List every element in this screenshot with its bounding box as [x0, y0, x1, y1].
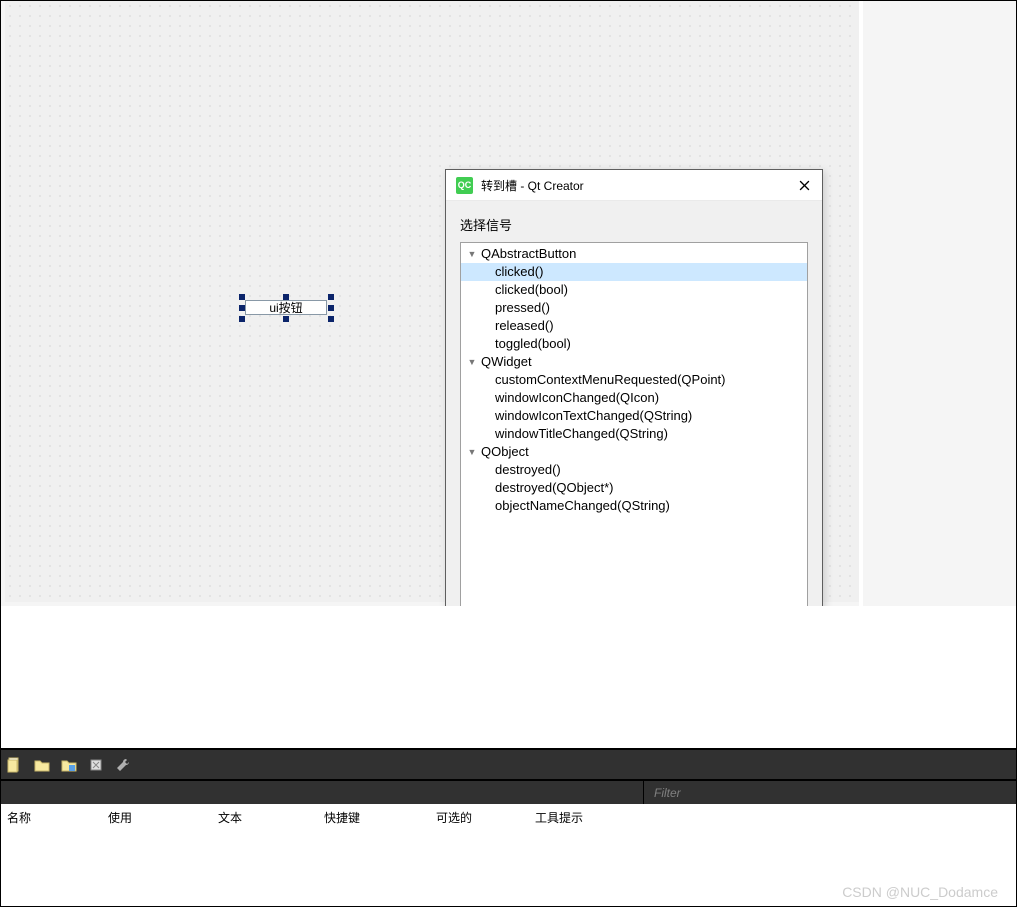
resize-handle-br[interactable] — [328, 316, 334, 322]
tree-group[interactable]: ▼QAbstractButton — [461, 245, 807, 263]
chevron-down-icon: ▼ — [465, 353, 479, 371]
ui-pushbutton-label: ui按钮 — [269, 299, 302, 316]
tree-item[interactable]: customContextMenuRequested(QPoint) — [461, 371, 807, 389]
tree-item[interactable]: clicked() — [461, 263, 807, 281]
tree-group-label: QWidget — [479, 353, 532, 371]
chevron-down-icon: ▼ — [465, 443, 479, 461]
tree-item-label: windowIconTextChanged(QString) — [465, 407, 692, 425]
tree-item[interactable]: windowTitleChanged(QString) — [461, 425, 807, 443]
tree-item-label: pressed() — [465, 299, 550, 317]
column-header[interactable]: 文本 — [212, 805, 318, 826]
resize-handle-tr[interactable] — [328, 294, 334, 300]
tree-item-label: destroyed() — [465, 461, 561, 479]
resize-handle-tc[interactable] — [283, 294, 289, 300]
resize-handle-bl[interactable] — [239, 316, 245, 322]
column-header[interactable]: 快捷键 — [318, 805, 430, 826]
filter-left — [1, 781, 644, 804]
tree-item-label: windowTitleChanged(QString) — [465, 425, 668, 443]
dialog-title: 转到槽 - Qt Creator — [481, 177, 788, 194]
watermark-text: CSDN @NUC_Dodamce — [842, 884, 998, 900]
tree-group-label: QObject — [479, 443, 529, 461]
tree-group[interactable]: ▼QWidget — [461, 353, 807, 371]
new-file-icon[interactable] — [7, 757, 23, 773]
tree-item-label: toggled(bool) — [465, 335, 571, 353]
column-header[interactable]: 可选的 — [430, 805, 529, 826]
tree-item-label: released() — [465, 317, 554, 335]
column-header[interactable]: 使用 — [102, 805, 212, 826]
tree-item[interactable]: windowIconTextChanged(QString) — [461, 407, 807, 425]
tree-item-label: customContextMenuRequested(QPoint) — [465, 371, 726, 389]
qt-creator-icon: QC — [456, 177, 473, 194]
tree-item-label: destroyed(QObject*) — [465, 479, 614, 497]
folder-icon[interactable] — [34, 757, 50, 773]
close-icon[interactable] — [796, 177, 812, 193]
tree-item[interactable]: clicked(bool) — [461, 281, 807, 299]
filter-input[interactable]: Filter — [644, 781, 1016, 804]
tree-group-label: QAbstractButton — [479, 245, 576, 263]
tree-item[interactable]: objectNameChanged(QString) — [461, 497, 807, 515]
action-toolbar — [1, 749, 1016, 780]
tree-item[interactable]: destroyed() — [461, 461, 807, 479]
filter-placeholder: Filter — [654, 786, 681, 800]
resize-handle-bc[interactable] — [283, 316, 289, 322]
filter-row: Filter — [1, 780, 1016, 804]
tree-item-label: objectNameChanged(QString) — [465, 497, 670, 515]
tree-item[interactable]: windowIconChanged(QIcon) — [461, 389, 807, 407]
folder-app-icon[interactable] — [61, 757, 77, 773]
resize-handle-mr[interactable] — [328, 305, 334, 311]
dialog-titlebar[interactable]: QC 转到槽 - Qt Creator — [446, 170, 822, 201]
lower-spacer — [1, 606, 1016, 749]
tree-group[interactable]: ▼QObject — [461, 443, 807, 461]
select-signal-label: 选择信号 — [460, 215, 808, 234]
tree-item-label: clicked(bool) — [465, 281, 568, 299]
tree-item-label: clicked() — [465, 263, 543, 281]
form-border — [859, 1, 863, 606]
chevron-down-icon: ▼ — [465, 245, 479, 263]
action-table-headers: 名称使用文本快捷键可选的工具提示 — [1, 804, 1016, 826]
tree-item[interactable]: pressed() — [461, 299, 807, 317]
resize-handle-tl[interactable] — [239, 294, 245, 300]
column-header[interactable]: 工具提示 — [529, 805, 635, 826]
tree-item[interactable]: toggled(bool) — [461, 335, 807, 353]
column-header[interactable]: 名称 — [1, 805, 102, 826]
wrench-icon[interactable] — [115, 757, 131, 773]
tree-item[interactable]: destroyed(QObject*) — [461, 479, 807, 497]
tree-item-label: windowIconChanged(QIcon) — [465, 389, 659, 407]
delete-icon[interactable] — [88, 757, 104, 773]
tree-item[interactable]: released() — [461, 317, 807, 335]
resize-handle-ml[interactable] — [239, 305, 245, 311]
ui-pushbutton-widget[interactable]: ui按钮 — [245, 300, 327, 315]
